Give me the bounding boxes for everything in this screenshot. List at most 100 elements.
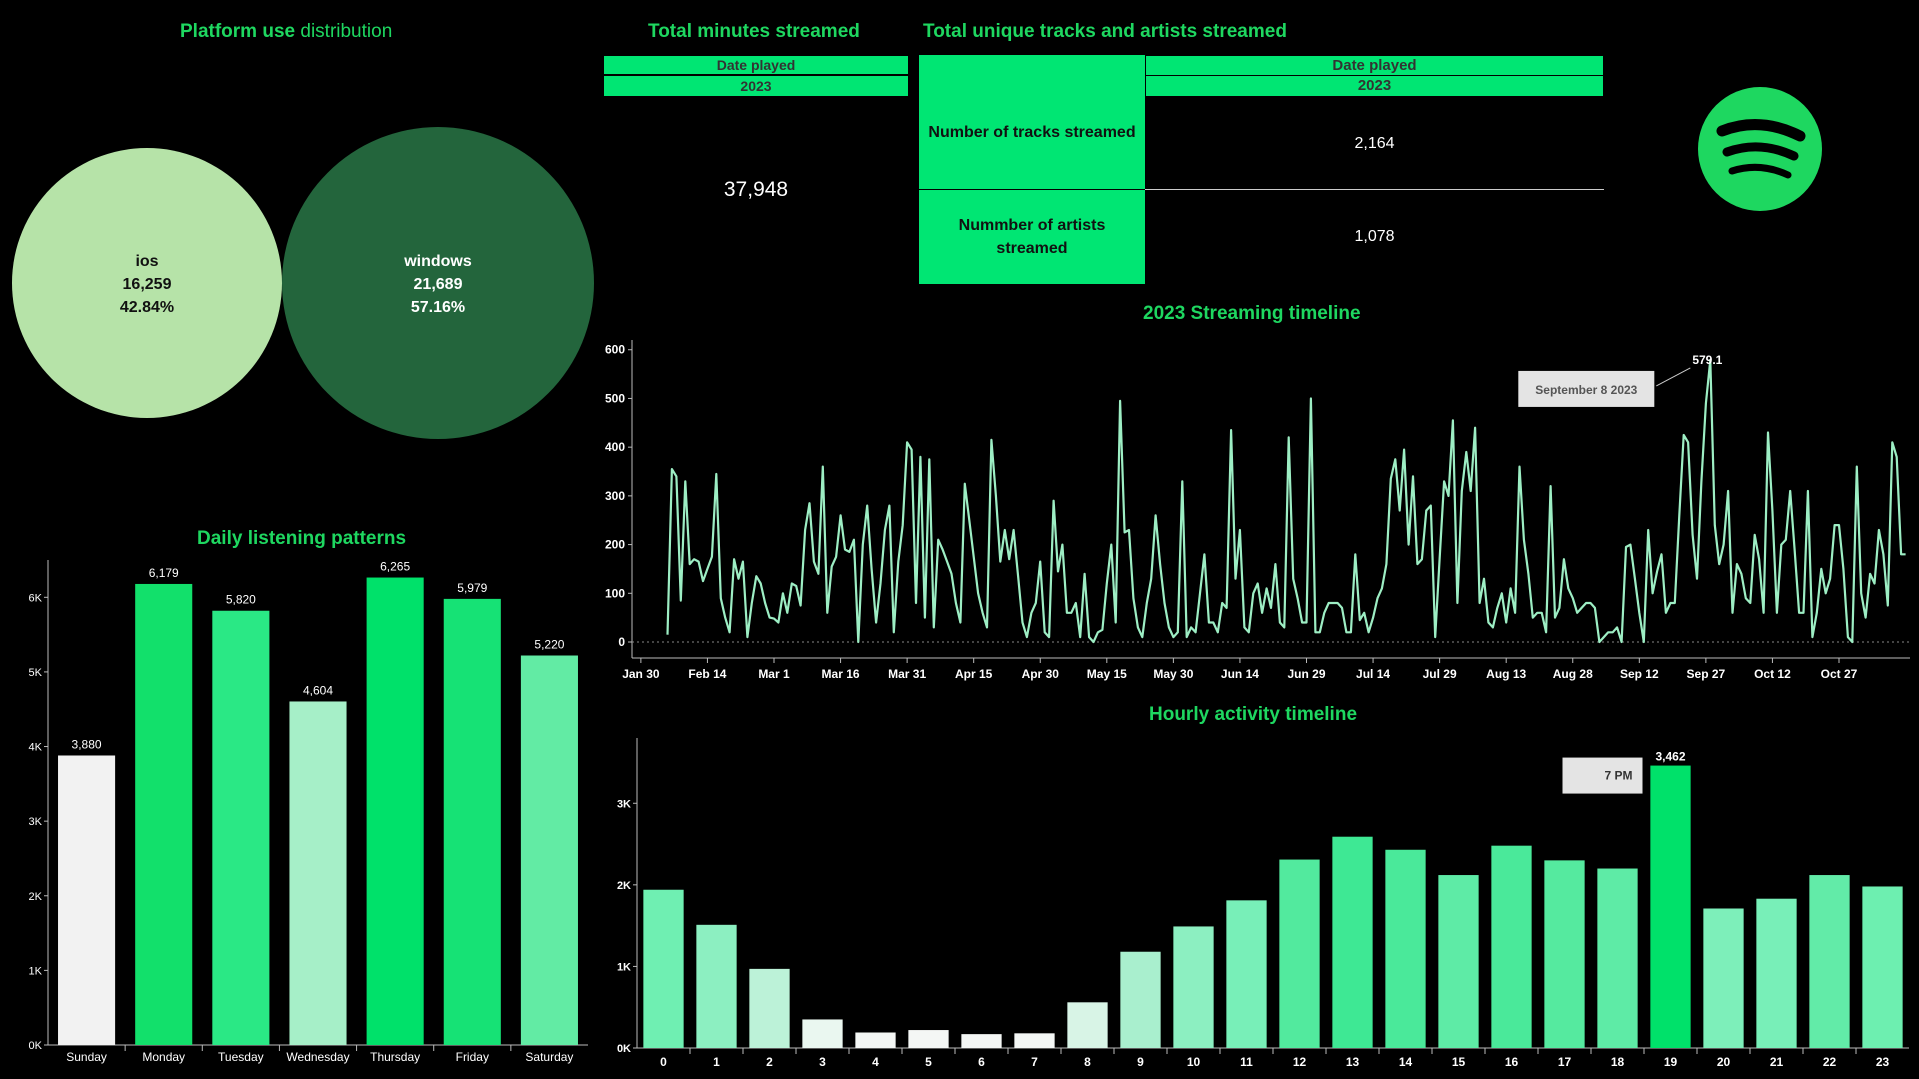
- hourly-x-tick-label: 2: [766, 1055, 773, 1069]
- timeline-x-tick-label: May 30: [1153, 667, 1193, 681]
- hourly-x-tick-label: 14: [1399, 1055, 1413, 1069]
- timeline-y-tick-label: 500: [605, 391, 625, 405]
- hourly-bar: [961, 1034, 1002, 1048]
- daily-y-tick-label: 4K: [29, 742, 43, 754]
- timeline-x-tick-label: Mar 16: [822, 667, 860, 681]
- windows-value: 21,689: [414, 276, 463, 293]
- timeline-y-tick-label: 300: [605, 489, 625, 503]
- timeline-x-tick-label: Jan 30: [622, 667, 660, 681]
- tracks-value: 2,164: [1354, 135, 1395, 152]
- unique-title: Total unique tracks and artists streamed: [923, 21, 1287, 42]
- hourly-bar: [1120, 951, 1161, 1048]
- ios-label: ios: [135, 253, 158, 270]
- hourly-x-tick-label: 1: [713, 1055, 720, 1069]
- timeline-x-tick-label: Jul 29: [1423, 667, 1457, 681]
- hourly-x-tick-label: 9: [1137, 1055, 1144, 1069]
- hourly-x-tick-label: 16: [1505, 1055, 1519, 1069]
- hourly-bar: [1385, 849, 1426, 1048]
- hourly-x-tick-label: 10: [1187, 1055, 1201, 1069]
- hourly-peak-label: 3,462: [1655, 750, 1685, 764]
- spotify-logo-icon: [1698, 87, 1822, 211]
- timeline-tooltip-text: September 8 2023: [1535, 383, 1637, 397]
- hourly-x-tick-label: 23: [1876, 1055, 1890, 1069]
- hourly-x-tick-label: 4: [872, 1055, 879, 1069]
- hourly-bar: [908, 1030, 949, 1048]
- timeline-y-tick-label: 600: [605, 343, 625, 357]
- timeline-title: 2023 Streaming timeline: [1143, 303, 1361, 324]
- hourly-y-tick-label: 3K: [617, 798, 631, 810]
- hourly-x-tick-label: 18: [1611, 1055, 1625, 1069]
- hourly-bar: [643, 889, 684, 1048]
- minutes-year-header: 2023: [603, 75, 909, 97]
- daily-x-tick-label: Monday: [142, 1050, 185, 1064]
- timeline-x-tick-label: Jul 14: [1356, 667, 1390, 681]
- daily-bar-label: 6,179: [149, 566, 179, 580]
- hourly-y-tick-label: 1K: [617, 961, 631, 973]
- daily-bar: [443, 598, 501, 1045]
- timeline-x-tick-label: Mar 31: [888, 667, 926, 681]
- hourly-bar: [802, 1019, 843, 1048]
- hourly-bar: [1597, 868, 1638, 1048]
- daily-y-tick-label: 0K: [29, 1040, 43, 1052]
- minutes-value: 37,948: [723, 178, 789, 201]
- daily-bar: [58, 755, 116, 1045]
- daily-bar-label: 5,820: [226, 593, 256, 607]
- timeline-x-tick-label: Aug 28: [1553, 667, 1593, 681]
- timeline-x-tick-label: May 15: [1087, 667, 1127, 681]
- daily-y-tick-label: 3K: [29, 816, 43, 828]
- ios-pct: 42.84%: [120, 299, 174, 316]
- unique-date-header: Date played: [1145, 55, 1604, 76]
- ios-value: 16,259: [123, 276, 172, 293]
- daily-bar-label: 5,979: [457, 581, 487, 595]
- daily-x-tick-label: Tuesday: [218, 1050, 264, 1064]
- timeline-x-tick-label: Oct 12: [1754, 667, 1791, 681]
- daily-bar: [520, 655, 578, 1045]
- daily-y-tick-label: 5K: [29, 667, 43, 679]
- hourly-y-tick-label: 0K: [617, 1043, 631, 1055]
- hourly-x-tick-label: 19: [1664, 1055, 1678, 1069]
- artists-value: 1,078: [1354, 228, 1395, 245]
- hourly-x-tick-label: 20: [1717, 1055, 1731, 1069]
- timeline-x-tick-label: Sep 27: [1687, 667, 1726, 681]
- daily-x-tick-label: Wednesday: [286, 1050, 349, 1064]
- timeline-x-tick-label: Sep 12: [1620, 667, 1659, 681]
- hourly-bar: [1544, 860, 1585, 1048]
- daily-bar: [212, 610, 270, 1045]
- hourly-x-tick-label: 17: [1558, 1055, 1572, 1069]
- daily-x-tick-label: Saturday: [525, 1050, 573, 1064]
- timeline-y-tick-label: 400: [605, 440, 625, 454]
- timeline-x-tick-label: Mar 1: [758, 667, 790, 681]
- timeline-x-tick-label: Jun 14: [1221, 667, 1259, 681]
- unique-year-header: 2023: [1145, 75, 1604, 97]
- hourly-bar: [1491, 845, 1532, 1048]
- hourly-bar: [1809, 875, 1850, 1048]
- daily-bar: [366, 577, 424, 1045]
- daily-title: Daily listening patterns: [197, 528, 407, 549]
- daily-bar: [289, 701, 347, 1045]
- daily-y-tick-label: 6K: [29, 592, 43, 604]
- daily-x-tick-label: Thursday: [370, 1050, 420, 1064]
- daily-chart: 0K 1K 2K 3K 4K 5K 6K 3,880 Sunday 6,179 Monday 5,82…: [29, 560, 588, 1064]
- daily-x-tick-label: Friday: [456, 1050, 489, 1064]
- hourly-x-tick-label: 11: [1240, 1055, 1253, 1069]
- hourly-y-tick-label: 2K: [617, 880, 631, 892]
- daily-y-tick-label: 1K: [29, 965, 43, 977]
- minutes-date-header: Date played: [603, 55, 909, 75]
- timeline-tooltip-pointer: [1656, 367, 1691, 387]
- timeline-x-tick-label: Aug 13: [1486, 667, 1526, 681]
- hourly-x-tick-label: 21: [1770, 1055, 1784, 1069]
- hourly-x-tick-label: 8: [1084, 1055, 1091, 1069]
- timeline-chart: 0 100 200 300 400 500 600 Jan 30 Feb 14 Mar 1 Mar …: [605, 340, 1910, 681]
- timeline-x-tick-label: Apr 30: [1022, 667, 1060, 681]
- hourly-x-tick-label: 0: [660, 1055, 667, 1069]
- hourly-x-tick-label: 3: [819, 1055, 826, 1069]
- minutes-title: Total minutes streamed: [648, 21, 860, 42]
- hourly-bar: [1332, 836, 1373, 1048]
- platform-circles: ios 16,259 42.84% windows 21,689 57.16%: [12, 127, 594, 439]
- hourly-x-tick-label: 15: [1452, 1055, 1466, 1069]
- windows-label: windows: [403, 253, 472, 270]
- hourly-bar: [1756, 898, 1797, 1048]
- artists-label: Nummber of artists streamed: [919, 190, 1145, 284]
- timeline-x-tick-label: Jun 29: [1287, 667, 1325, 681]
- hourly-title: Hourly activity timeline: [1149, 704, 1358, 725]
